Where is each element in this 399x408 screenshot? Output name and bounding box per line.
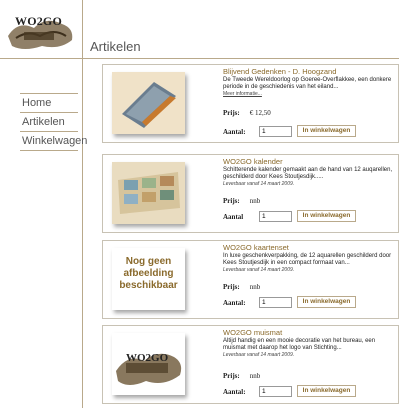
price-row: Prijs: € 12,50 [223,109,271,117]
horizontal-divider [0,58,399,59]
product-card: Nog geen afbeelding beschikbaar WO2GO ka… [102,240,399,319]
thumb-logo-text: WO2GO [126,352,169,364]
price-value: nnb [249,372,261,380]
availability-note: Leverbaar vanaf 14 maart 2009. [223,352,295,358]
site-logo[interactable]: WO2GO [6,6,76,52]
product-card: Blijvend Gedenken - D. Hoogzand De Tweed… [102,64,399,143]
product-thumbnail-placeholder[interactable]: Nog geen afbeelding beschikbaar [112,248,185,310]
product-description: In luxe geschenkverpakking, de 12 aquare… [223,253,392,266]
add-to-cart-button[interactable]: In winkelwagen [297,210,356,222]
price-label: Prijs: [223,372,240,380]
product-thumbnail[interactable] [112,72,185,134]
availability-note: Leverbaar vanaf 14 maart 2009. [223,267,295,273]
product-title[interactable]: WO2GO kalender [223,157,397,166]
product-description: Schitterende kalender gemaakt aan de han… [223,167,393,180]
page-title: Artikelen [90,39,141,54]
sidebar-item-home[interactable]: Home [20,93,78,113]
product-card: WO2GO WO2GO muismat Altijd handig en een… [102,325,399,404]
product-description: De Tweede Wereldoorlog op Goeree-Overfla… [223,77,392,90]
quantity-input[interactable] [259,297,292,308]
price-label: Prijs: [223,283,240,291]
price-label: Prijs: [223,109,240,117]
product-title[interactable]: Blijvend Gedenken - D. Hoogzand [223,67,397,76]
more-info-link[interactable]: Meer informatie... [223,91,397,97]
add-to-cart-button[interactable]: In winkelwagen [297,125,356,137]
product-thumbnail[interactable]: WO2GO [112,333,185,395]
price-row: Prijs: nnb [223,197,260,205]
quantity-label: Aantal: [223,128,246,136]
logo-image [8,20,73,49]
price-value: € 12,50 [249,109,271,117]
no-image-text: Nog geen afbeelding beschikbaar [119,256,178,291]
availability-note: Leverbaar vanaf 14 maart 2009. [223,181,295,187]
product-title[interactable]: WO2GO kaartenset [223,243,397,252]
add-to-cart-button[interactable]: In winkelwagen [297,296,356,308]
product-info: WO2GO muismat Altijd handig en een mooie… [223,328,397,358]
price-value: nnb [249,283,261,291]
price-label: Prijs: [223,197,240,205]
quantity-input[interactable] [259,211,292,222]
sidebar-nav: Home Artikelen Winkelwagen [20,93,87,151]
logo-text: WO2GO [15,14,63,28]
add-to-cart-button[interactable]: In winkelwagen [297,385,356,397]
quantity-input[interactable] [259,126,292,137]
quantity-label: Aantal: [223,299,246,307]
product-card: WO2GO kalender Schitterende kalender gem… [102,154,399,233]
sidebar-item-winkelwagen[interactable]: Winkelwagen [20,132,87,151]
product-info: WO2GO kaartenset In luxe geschenkverpakk… [223,243,397,273]
product-info: WO2GO kalender Schitterende kalender gem… [223,157,397,187]
product-info: Blijvend Gedenken - D. Hoogzand De Tweed… [223,67,397,97]
product-thumbnail[interactable] [112,162,185,224]
price-value: nnb [249,197,261,205]
vertical-divider [82,0,83,408]
price-row: Prijs: nnb [223,283,260,291]
product-description: Altijd handig en een mooie decoratie van… [223,338,376,351]
quantity-input[interactable] [259,386,292,397]
quantity-label: Aantal: [223,388,246,396]
product-title[interactable]: WO2GO muismat [223,328,397,337]
price-row: Prijs: nnb [223,372,260,380]
quantity-label: Aantal [223,213,244,221]
sidebar-item-artikelen[interactable]: Artikelen [20,113,78,132]
